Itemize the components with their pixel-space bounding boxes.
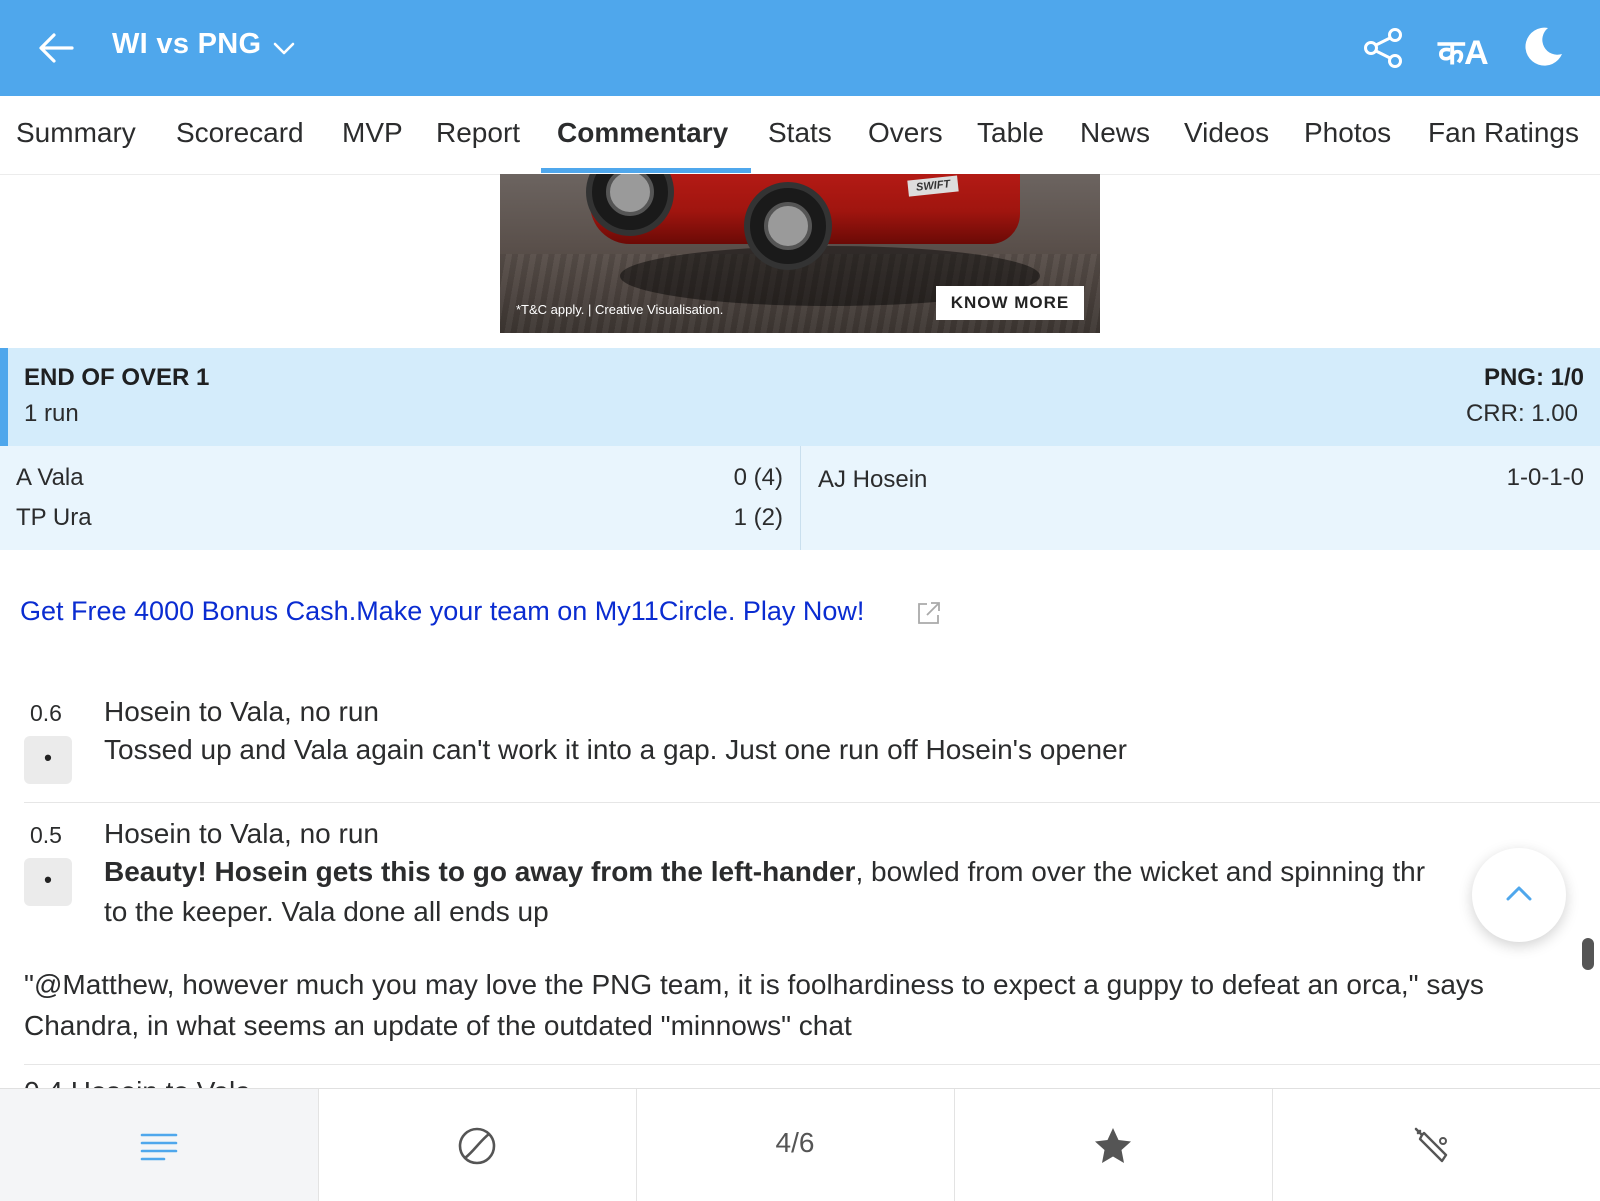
match-title[interactable]: WI vs PNG (112, 28, 261, 61)
match-tabs: Summary Scorecard MVP Report Commentary … (0, 96, 1600, 175)
tab-mvp[interactable]: MVP (342, 96, 403, 174)
car-ad-banner[interactable]: SWIFT *T&C apply. | Creative Visualisati… (500, 174, 1100, 333)
tab-table[interactable]: Table (977, 96, 1044, 174)
commentary-highlight: Beauty! Hosein gets this to go away from… (104, 856, 856, 887)
batter-score: 0 (4) (733, 464, 783, 491)
tab-news[interactable]: News (1080, 96, 1150, 174)
chevron-down-icon[interactable] (272, 36, 296, 60)
tab-commentary[interactable]: Commentary (557, 96, 728, 174)
over-players-summary: A Vala 0 (4) TP Ura 1 (2) AJ Hosein 1-0-… (0, 446, 1600, 550)
page-indicator: 4/6 (775, 1127, 815, 1158)
menu-lines-icon (140, 1133, 178, 1161)
bottom-navigation: 4/6 (0, 1088, 1600, 1201)
scrollbar-thumb[interactable] (1582, 938, 1594, 970)
commentary-text-rest: , bowled from over the wicket and spinni… (855, 856, 1426, 887)
tab-fan-ratings[interactable]: Fan Ratings (1428, 96, 1579, 174)
team-score: PNG: 1/0 (1483, 364, 1584, 391)
commentary-title: Hosein to Vala, no run (104, 696, 379, 727)
active-tab-indicator (541, 168, 751, 173)
tab-photos[interactable]: Photos (1304, 96, 1391, 174)
ball-number: 0.5 (30, 822, 62, 848)
end-of-over-heading: END OF OVER 1 (24, 364, 210, 391)
commentary-text: Beauty! Hosein gets this to go away from… (104, 852, 1425, 892)
cricket-bat-icon (1414, 1127, 1448, 1163)
ball-result-badge: • (24, 736, 72, 784)
tab-videos[interactable]: Videos (1184, 96, 1269, 174)
commentary-separator (24, 802, 1600, 803)
batter-name[interactable]: TP Ura (16, 504, 92, 532)
batter-score: 1 (2) (733, 504, 783, 531)
ad-disclaimer: *T&C apply. | Creative Visualisation. (516, 302, 724, 317)
bottom-nav-page-indicator[interactable]: 4/6 (636, 1089, 955, 1201)
reader-quote: "@Matthew, however much you may love the… (24, 969, 1484, 1041)
star-icon (1095, 1128, 1131, 1163)
ball-number: 0.6 (30, 700, 62, 726)
know-more-button[interactable]: KNOW MORE (936, 286, 1084, 320)
tab-summary[interactable]: Summary (16, 96, 136, 174)
share-icon[interactable] (1362, 26, 1406, 70)
batter-name[interactable]: A Vala (16, 464, 84, 492)
players-divider (800, 446, 801, 550)
end-of-over-summary: END OF OVER 1 1 run PNG: 1/0 CRR: 1.00 (0, 348, 1600, 446)
end-of-over-accent-bar (0, 348, 8, 446)
bottom-nav-menu[interactable] (0, 1089, 319, 1201)
ad-car-rear-wheel (744, 182, 832, 270)
tab-report[interactable]: Report (436, 96, 520, 174)
tab-overs[interactable]: Overs (868, 96, 943, 174)
ball-result-badge: • (24, 858, 72, 906)
tab-stats[interactable]: Stats (768, 96, 832, 174)
tab-scorecard[interactable]: Scorecard (176, 96, 304, 174)
commentary-item: 0.5 • Hosein to Vala, no run Beauty! Hos… (0, 812, 1600, 942)
back-arrow-icon[interactable] (34, 26, 78, 70)
commentary-text-continued: to the keeper. Vala done all ends up (104, 896, 549, 927)
cricket-ball-icon (458, 1127, 496, 1165)
app-bar: WI vs PNG कA (0, 0, 1600, 96)
bowler-figures: 1-0-1-0 (1506, 464, 1584, 491)
external-link-icon[interactable] (916, 600, 942, 626)
bottom-nav-bat[interactable] (1272, 1089, 1600, 1201)
dark-mode-moon-icon[interactable] (1520, 24, 1566, 70)
commentary-title: Hosein to Vala, no run (104, 818, 379, 849)
commentary-text: Tossed up and Vala again can't work it i… (104, 734, 1127, 765)
commentary-separator (24, 1064, 1600, 1065)
commentary-item: 0.6 • Hosein to Vala, no run Tossed up a… (0, 690, 1600, 802)
chevron-up-icon (1506, 886, 1532, 901)
bottom-nav-favourites[interactable] (954, 1089, 1273, 1201)
promo-link[interactable]: Get Free 4000 Bonus Cash.Make your team … (20, 596, 864, 627)
bottom-nav-ball[interactable] (318, 1089, 637, 1201)
language-toggle[interactable]: कA (1438, 28, 1489, 74)
bowler-name[interactable]: AJ Hosein (818, 466, 927, 494)
scroll-to-top-button[interactable] (1472, 848, 1566, 942)
current-run-rate: CRR: 1.00 (1465, 400, 1578, 427)
over-runs: 1 run (24, 400, 79, 427)
